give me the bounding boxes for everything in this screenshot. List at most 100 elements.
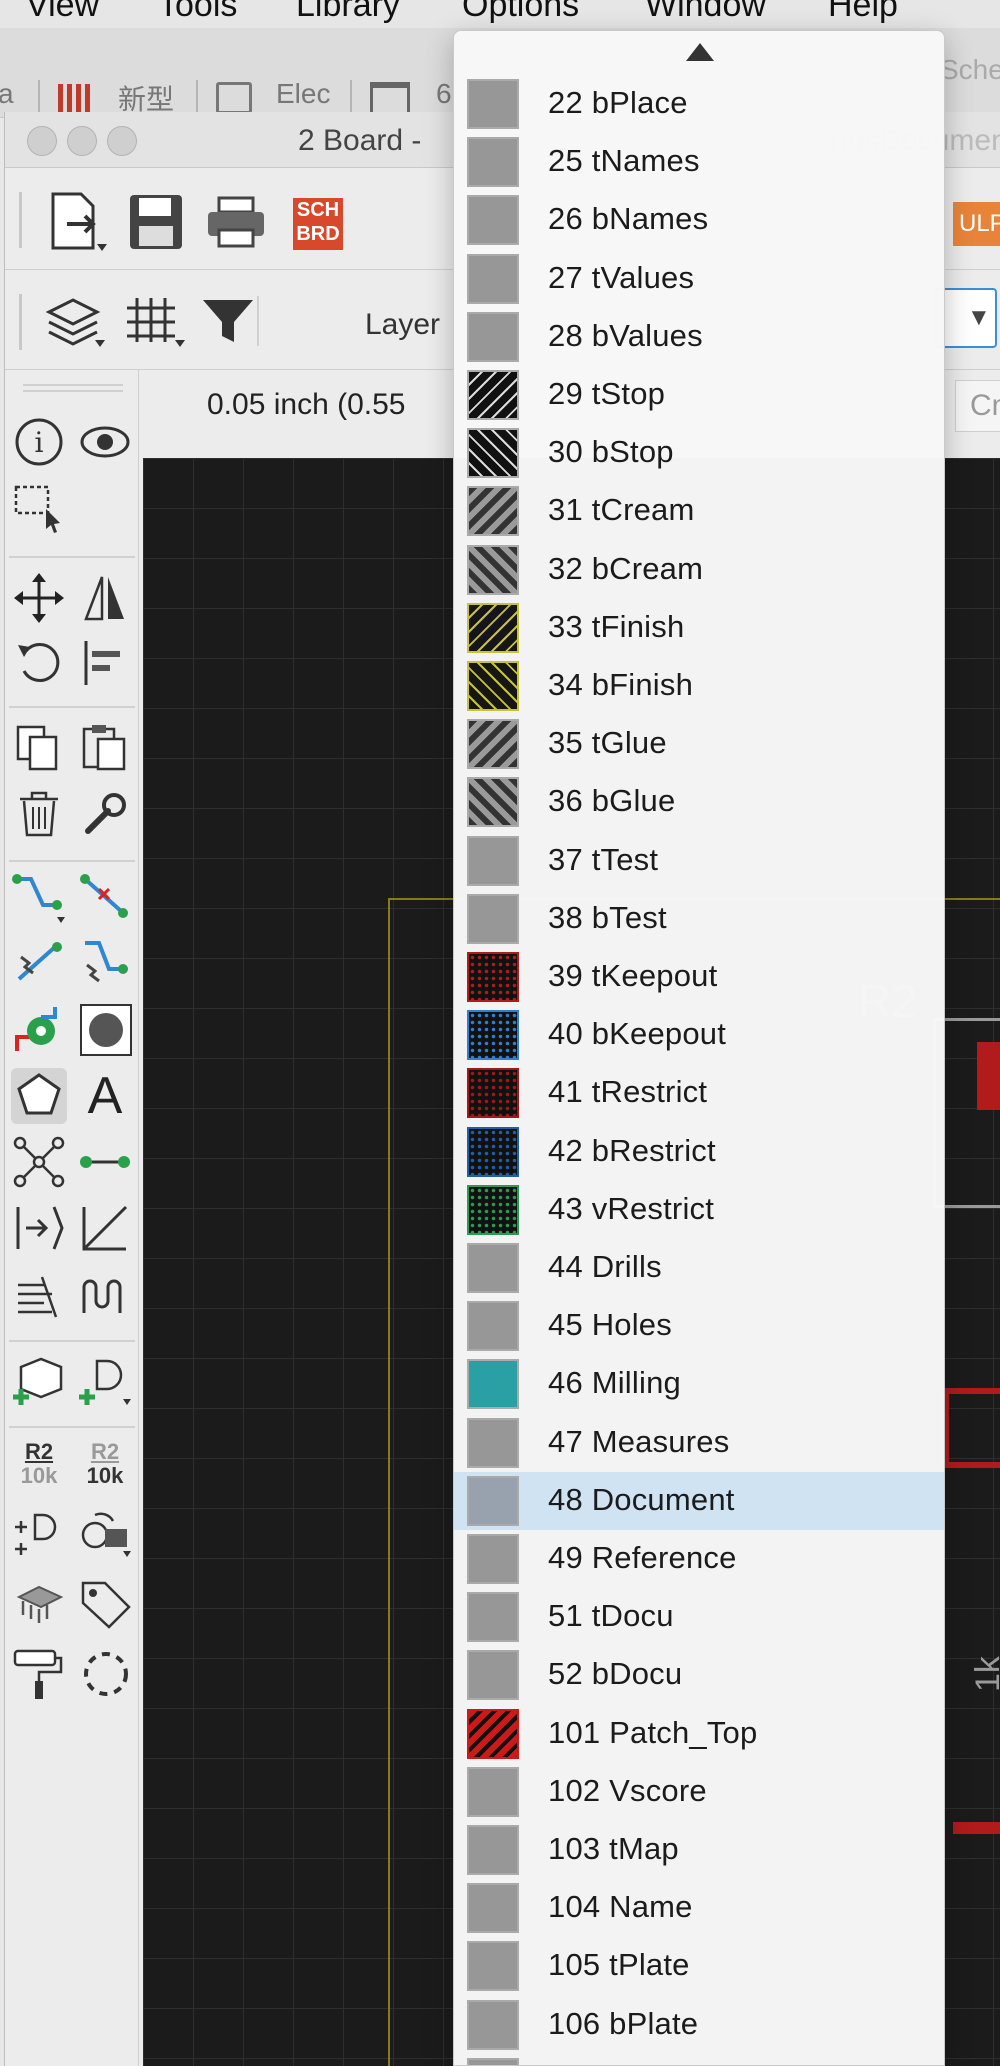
follow-me-tool[interactable]: [77, 936, 133, 992]
layer-menu-item[interactable]: 40 bKeepout: [454, 1006, 944, 1064]
add-part-tool[interactable]: [11, 1354, 67, 1410]
dimension-icon: [16, 1206, 64, 1250]
rotate-tool[interactable]: [11, 634, 67, 690]
layer-menu-item[interactable]: 44 Drills: [454, 1239, 944, 1297]
align-tool[interactable]: [77, 634, 133, 690]
layer-menu-item[interactable]: 35 tGlue: [454, 715, 944, 773]
ratsnest-tool[interactable]: [77, 1646, 133, 1702]
layer-menu-item[interactable]: 43 vRestrict: [454, 1181, 944, 1239]
layer-menu-item[interactable]: 33 tFinish: [454, 599, 944, 657]
layer-menu-item[interactable]: 106 bPlate: [454, 1996, 944, 2054]
show-tool[interactable]: [77, 414, 133, 470]
layer-menu-item[interactable]: 45 Holes: [454, 1297, 944, 1355]
layer-menu-item[interactable]: 41 tRestrict: [454, 1064, 944, 1122]
layer-menu-item[interactable]: 48 Document: [454, 1471, 944, 1530]
sch-brd-switch-button[interactable]: SCH BRD: [293, 198, 343, 250]
value-tool[interactable]: R2 10k: [77, 1436, 133, 1492]
layer-menu-item[interactable]: 101 Patch_Top: [454, 1705, 944, 1763]
layer-menu-item[interactable]: 31 tCream: [454, 482, 944, 540]
layer-menu-item[interactable]: 107 Crop: [454, 2054, 944, 2065]
menu-window[interactable]: Window: [645, 0, 766, 25]
layer-menu-item[interactable]: 102 Vscore: [454, 1763, 944, 1821]
name-tool[interactable]: R2 10k: [11, 1436, 67, 1492]
text-tool[interactable]: A: [77, 1067, 133, 1125]
save-icon[interactable]: [127, 192, 185, 252]
scroll-up-arrow-icon[interactable]: ▲: [686, 43, 714, 61]
layer-menu-item[interactable]: 104 Name: [454, 1879, 944, 1937]
close-button[interactable]: [27, 126, 57, 156]
layer-menu-item[interactable]: 46 Milling: [454, 1355, 944, 1413]
layer-menu-item[interactable]: 37 tTest: [454, 832, 944, 890]
layer-menu-item[interactable]: 49 Reference: [454, 1530, 944, 1588]
background-tab-4[interactable]: 6: [436, 78, 452, 110]
filter-icon[interactable]: [201, 296, 255, 346]
polygon-tool[interactable]: [11, 1068, 67, 1124]
layer-menu-item[interactable]: 38 bTest: [454, 890, 944, 948]
layer-menu-item[interactable]: 30 bStop: [454, 424, 944, 482]
wire-tool[interactable]: [77, 1134, 133, 1190]
meander-tool[interactable]: [11, 1266, 67, 1322]
line-tool[interactable]: [77, 1200, 133, 1256]
export-icon[interactable]: [45, 190, 115, 256]
layer-menu-item[interactable]: 51 tDocu: [454, 1588, 944, 1646]
part-value-label: 1k: [969, 1656, 1000, 1692]
change-tool[interactable]: [77, 786, 133, 842]
layer-menu-item[interactable]: 36 bGlue: [454, 773, 944, 831]
autorouter-tool[interactable]: [11, 936, 67, 992]
dimension-tool[interactable]: [11, 1200, 67, 1256]
background-tab-3[interactable]: Elec: [276, 78, 330, 110]
print-icon[interactable]: [205, 194, 267, 250]
menu-view[interactable]: View: [26, 0, 99, 25]
menu-library[interactable]: Library: [296, 0, 400, 25]
layer-menu-item[interactable]: 28 bValues: [454, 308, 944, 366]
command-line-input[interactable]: Cm: [955, 380, 1000, 432]
menu-options[interactable]: Options: [462, 0, 579, 25]
menu-tools[interactable]: Tools: [158, 0, 237, 25]
wire-icon: [80, 1156, 130, 1168]
attribute-tool[interactable]: [77, 1576, 133, 1632]
layer-menu-item[interactable]: 103 tMap: [454, 1821, 944, 1879]
layer-menu-item[interactable]: 39 tKeepout: [454, 948, 944, 1006]
background-tab-1[interactable]: a: [0, 78, 14, 110]
menu-help[interactable]: Help: [828, 0, 898, 25]
layer-menu-item[interactable]: 25 tNames: [454, 133, 944, 191]
paste-tool[interactable]: [77, 720, 133, 776]
layer-menu-item[interactable]: 47 Measures: [454, 1414, 944, 1472]
palette-grip: [23, 384, 123, 386]
length-tool[interactable]: [77, 1266, 133, 1322]
layer-menu-item[interactable]: 34 bFinish: [454, 657, 944, 715]
replace-tool[interactable]: [77, 1506, 133, 1562]
layer-menu-item[interactable]: 42 bRestrict: [454, 1123, 944, 1181]
invoke-tool[interactable]: [11, 1506, 67, 1562]
mirror-tool[interactable]: [77, 570, 133, 626]
layer-menu-item[interactable]: 27 tValues: [454, 250, 944, 308]
layer-menu-item[interactable]: 105 tPlate: [454, 1937, 944, 1995]
layer-menu-item[interactable]: 29 tStop: [454, 366, 944, 424]
ripup-tool[interactable]: [77, 872, 133, 928]
hole-tool[interactable]: [77, 1002, 133, 1058]
add-gate-tool[interactable]: [77, 1354, 133, 1410]
minimize-button[interactable]: [67, 126, 97, 156]
layer-menu-item[interactable]: 22 bPlace: [454, 75, 944, 133]
layer-color-swatch: [467, 544, 519, 595]
layer-color-swatch: [467, 486, 519, 537]
layer-menu-item[interactable]: 52 bDocu: [454, 1646, 944, 1704]
via-tool[interactable]: [11, 1002, 67, 1058]
info-tool[interactable]: i: [11, 414, 67, 470]
grid-icon[interactable]: [123, 292, 189, 350]
signal-tool[interactable]: [11, 1134, 67, 1190]
copy-tool[interactable]: [11, 720, 67, 776]
zoom-button[interactable]: [107, 126, 137, 156]
route-tool[interactable]: [11, 872, 67, 928]
package-tool[interactable]: [11, 1576, 67, 1632]
paint-roller-tool[interactable]: [11, 1646, 67, 1702]
layer-menu-item[interactable]: 32 bCream: [454, 541, 944, 599]
ulp-button[interactable]: ULP: [953, 202, 1000, 246]
layers-icon[interactable]: [43, 292, 109, 350]
paste-icon: [82, 725, 126, 771]
layer-menu-item[interactable]: 26 bNames: [454, 191, 944, 249]
move-tool[interactable]: [11, 570, 67, 626]
group-tool[interactable]: [11, 482, 67, 538]
layer-menu-item-label: 48 Document: [548, 1481, 735, 1517]
delete-tool[interactable]: [11, 786, 67, 842]
